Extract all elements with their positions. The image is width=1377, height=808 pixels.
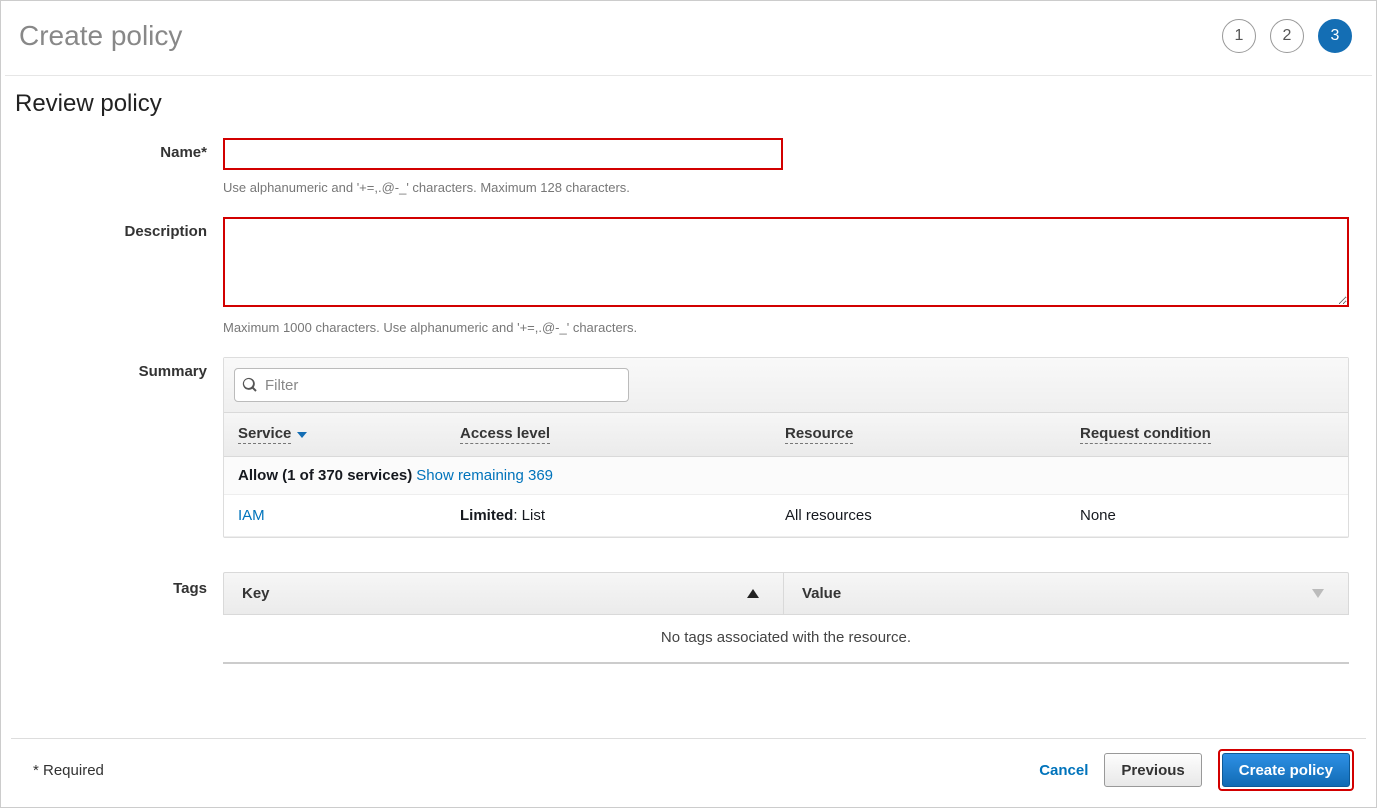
tags-label: Tags — [15, 568, 223, 664]
description-textarea[interactable] — [223, 217, 1349, 307]
name-label: Name* — [15, 138, 223, 195]
summary-box: Service Access level Resource Request co… — [223, 357, 1349, 538]
service-link-iam[interactable]: IAM — [238, 507, 265, 524]
page-title: Create policy — [19, 20, 182, 52]
description-hint: Maximum 1000 characters. Use alphanumeri… — [223, 320, 1366, 335]
tags-col-key[interactable]: Key — [224, 573, 784, 614]
access-level-cell: Limited: List — [446, 495, 771, 536]
show-remaining-link[interactable]: Show remaining 369 — [416, 467, 553, 484]
col-condition-header[interactable]: Request condition — [1066, 413, 1348, 456]
description-label: Description — [15, 217, 223, 335]
sort-asc-icon — [747, 589, 759, 598]
tags-col-value[interactable]: Value — [784, 573, 1348, 614]
cancel-button[interactable]: Cancel — [1039, 762, 1088, 779]
step-1[interactable]: 1 — [1222, 19, 1256, 53]
summary-filter-input[interactable] — [234, 368, 629, 402]
footer-bar: * Required Cancel Previous Create policy — [11, 738, 1366, 801]
col-access-header[interactable]: Access level — [446, 413, 771, 456]
search-icon — [242, 377, 258, 393]
condition-cell: None — [1066, 495, 1348, 536]
caret-down-icon — [297, 432, 307, 438]
col-resource-header[interactable]: Resource — [771, 413, 1066, 456]
previous-button[interactable]: Previous — [1104, 753, 1201, 787]
no-tags-text: No tags associated with the resource. — [223, 615, 1349, 664]
name-input[interactable] — [223, 138, 783, 170]
col-service-header[interactable]: Service — [224, 413, 446, 456]
step-3[interactable]: 3 — [1318, 19, 1352, 53]
create-policy-button[interactable]: Create policy — [1222, 753, 1350, 787]
resource-cell: All resources — [771, 495, 1066, 536]
required-note: * Required — [33, 762, 104, 779]
allow-summary-row: Allow (1 of 370 services) Show remaining… — [224, 457, 1348, 495]
section-title: Review policy — [15, 90, 1366, 118]
summary-label: Summary — [15, 357, 223, 538]
sort-desc-icon — [1312, 589, 1324, 598]
wizard-steps: 1 2 3 — [1222, 19, 1352, 53]
step-2[interactable]: 2 — [1270, 19, 1304, 53]
col-service-label: Service — [238, 425, 291, 444]
service-row: IAM Limited: List All resources None — [224, 495, 1348, 537]
name-hint: Use alphanumeric and '+=,.@-_' character… — [223, 180, 1366, 195]
allow-count-text: Allow (1 of 370 services) — [238, 467, 412, 484]
tags-box: Key Value No tags associated with the re… — [223, 572, 1349, 664]
